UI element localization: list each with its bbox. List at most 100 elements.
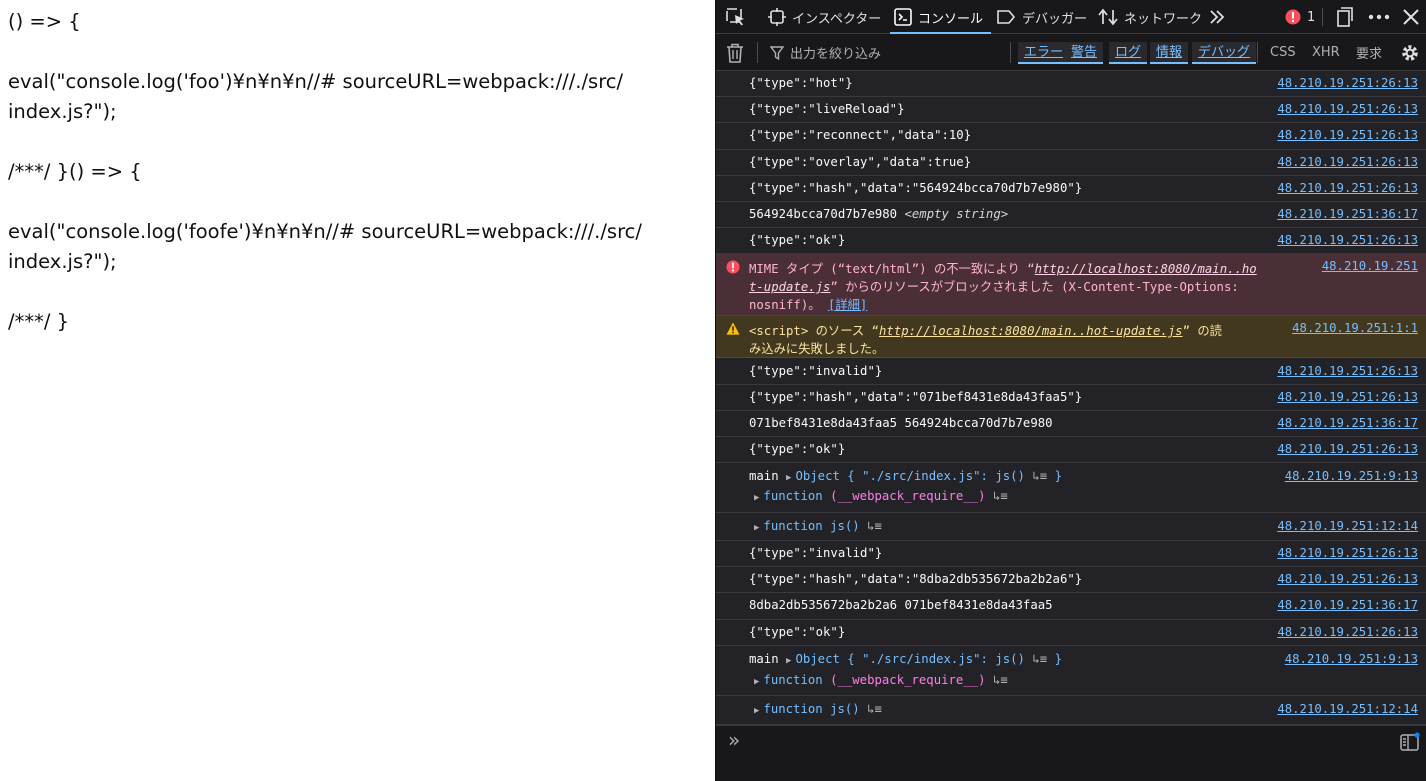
error-message-line1: MIME タイプ (“text/html”) の不一致により “http://l…	[749, 259, 1257, 277]
source-link[interactable]: 48.210.19.251:26:13	[1277, 364, 1418, 378]
log-row: {"type":"liveReload"} 48.210.19.251:26:1…	[716, 97, 1426, 123]
console-settings-button[interactable]	[1400, 34, 1420, 71]
log-text: 564924bcca70d7b7e980	[749, 207, 898, 221]
element-picker-button[interactable]	[726, 0, 752, 34]
toggle-css[interactable]: CSS	[1270, 34, 1296, 71]
function-keyword: function	[763, 489, 823, 503]
source-link[interactable]: 48.210.19.251:26:13	[1277, 128, 1418, 142]
filter-input[interactable]: 出力を絞り込み	[770, 34, 1006, 71]
source-link[interactable]: 48.210.19.251:9:13	[1285, 469, 1418, 483]
expand-triangle-icon[interactable]: ▶	[786, 473, 791, 483]
code-line: eval("console.log('foofe')¥n¥n¥n//# sour…	[8, 220, 642, 243]
log-message: {"type":"ok"}	[749, 625, 846, 639]
filter-divider	[757, 42, 758, 63]
tab-network[interactable]: ネットワーク	[1098, 0, 1202, 34]
source-link[interactable]: 48.210.19.251:26:13	[1277, 155, 1418, 169]
toggle-xhr[interactable]: XHR	[1312, 34, 1340, 71]
source-link[interactable]: 48.210.19.251:12:14	[1277, 519, 1418, 533]
source-link[interactable]: 48.210.19.251:26:13	[1277, 390, 1418, 404]
level-toggle-error[interactable]: エラー	[1018, 42, 1070, 64]
source-link[interactable]: 48.210.19.251:26:13	[1277, 625, 1418, 639]
source-link[interactable]: 48.210.19.251:9:13	[1285, 652, 1418, 666]
error-resource-link[interactable]: http://localhost:8080/main..ho	[1035, 262, 1257, 276]
clear-console-button[interactable]	[726, 34, 744, 71]
source-link[interactable]: 48.210.19.251:26:13	[1277, 572, 1418, 586]
log-message: {"type":"ok"}	[749, 233, 846, 247]
expand-triangle-icon[interactable]: ▶	[786, 656, 791, 666]
source-link[interactable]: 48.210.19.251:36:17	[1277, 598, 1418, 612]
jump-to-definition-icon[interactable]: ↳≡	[1032, 652, 1047, 666]
code-line: index.js?");	[8, 100, 117, 123]
expand-triangle-icon[interactable]: ▶	[754, 523, 759, 533]
log-row: {"type":"invalid"} 48.210.19.251:26:13	[716, 358, 1426, 385]
function-name[interactable]: js()	[830, 519, 860, 533]
expand-triangle-icon[interactable]: ▶	[754, 706, 759, 716]
function-name[interactable]: (__webpack_require__)	[830, 673, 985, 687]
jump-to-definition-icon[interactable]: ↳≡	[867, 519, 882, 533]
object-close-brace: }	[1054, 652, 1062, 666]
code-line: /***/ }	[8, 310, 69, 333]
function-log-row: ▶ function js() ↳≡ 48.210.19.251:12:14	[716, 513, 1426, 541]
jump-to-definition-icon[interactable]: ↳≡	[1032, 469, 1047, 483]
jump-to-definition-icon[interactable]: ↳≡	[993, 673, 1008, 687]
jump-to-definition-icon[interactable]: ↳≡	[993, 489, 1008, 503]
editor-mode-button[interactable]	[1400, 732, 1420, 756]
object-log-row: main ▶ Object { "./src/index.js": js() ↳≡…	[716, 646, 1426, 696]
level-toggle-debug[interactable]: デバッグ	[1192, 42, 1257, 64]
source-link[interactable]: 48.210.19.251:26:13	[1277, 181, 1418, 195]
level-toggle-warning[interactable]: 警告	[1065, 42, 1104, 64]
warning-resource-link[interactable]: http://localhost:8080/main..hot-update.j…	[879, 324, 1183, 338]
tab-console[interactable]: コンソール	[889, 0, 992, 34]
prompt-chevron-icon: »	[728, 728, 741, 752]
network-icon	[1098, 8, 1118, 26]
error-text: ” からのリソースがブロックされました (X-Content-Type-Opti…	[830, 280, 1239, 294]
overflow-menu-button[interactable]	[1368, 0, 1396, 34]
function-name[interactable]: js()	[830, 702, 860, 716]
error-count-button[interactable]: 1	[1285, 0, 1315, 34]
toggle-requests[interactable]: 要求	[1356, 34, 1382, 71]
console-input[interactable]: »	[716, 725, 1426, 781]
source-link[interactable]: 48.210.19.251	[1322, 259, 1418, 273]
object-log-line2: ▶ function (__webpack_require__) ↳≡	[754, 673, 1008, 687]
source-link[interactable]: 48.210.19.251:26:13	[1277, 546, 1418, 560]
source-link[interactable]: 48.210.19.251:26:13	[1277, 442, 1418, 456]
tab-console-label: コンソール	[918, 11, 984, 27]
object-preview[interactable]: Object { "./src/index.js": js()	[795, 652, 1025, 666]
toolbar-divider	[1322, 8, 1323, 26]
level-toggle-log[interactable]: ログ	[1109, 42, 1148, 64]
object-preview[interactable]: Object { "./src/index.js": js()	[795, 469, 1025, 483]
expand-triangle-icon[interactable]: ▶	[754, 493, 759, 503]
tab-inspector[interactable]: インスペクター	[768, 0, 881, 34]
learn-more-link[interactable]: [詳細]	[828, 298, 867, 312]
log-message: 564924bcca70d7b7e980 <empty string>	[749, 207, 1008, 221]
source-link[interactable]: 48.210.19.251:1:1	[1292, 321, 1418, 335]
ellipsis-icon	[1368, 14, 1390, 20]
jump-to-definition-icon[interactable]: ↳≡	[867, 702, 882, 716]
source-link[interactable]: 48.210.19.251:36:17	[1277, 416, 1418, 430]
error-resource-link[interactable]: t-update.js	[749, 280, 830, 294]
source-link[interactable]: 48.210.19.251:12:14	[1277, 702, 1418, 716]
warning-text: <script> のソース “	[749, 324, 880, 338]
tab-debugger[interactable]: デバッガー	[996, 0, 1087, 34]
source-link[interactable]: 48.210.19.251:26:13	[1277, 102, 1418, 116]
funnel-icon	[770, 45, 784, 60]
more-tabs-button[interactable]	[1208, 0, 1232, 34]
close-devtools-button[interactable]	[1402, 0, 1426, 34]
function-keyword: function	[763, 519, 823, 533]
dock-options-button[interactable]	[1335, 0, 1361, 34]
function-name[interactable]: (__webpack_require__)	[830, 489, 985, 503]
expand-triangle-icon[interactable]: ▶	[754, 677, 759, 687]
devtools-panel: インスペクター コンソール デバッガー ネットワーク 1 出力を絞り込み エラー…	[715, 0, 1426, 781]
code-line: index.js?");	[8, 250, 117, 273]
source-link[interactable]: 48.210.19.251:36:17	[1277, 207, 1418, 221]
level-toggle-info[interactable]: 情報	[1150, 42, 1189, 64]
tab-inspector-label: インスペクター	[792, 11, 882, 27]
source-link[interactable]: 48.210.19.251:26:13	[1277, 76, 1418, 90]
close-icon	[1403, 9, 1419, 25]
log-message: 8dba2db535672ba2b2a6 071bef8431e8da43faa…	[749, 598, 1053, 612]
log-row: {"type":"ok"} 48.210.19.251:26:13	[716, 620, 1426, 646]
source-link[interactable]: 48.210.19.251:26:13	[1277, 233, 1418, 247]
warning-message-line1: <script> のソース “http://localhost:8080/mai…	[749, 321, 1222, 339]
error-text: nosniff)。	[749, 298, 821, 312]
tab-network-label: ネットワーク	[1124, 11, 1203, 27]
